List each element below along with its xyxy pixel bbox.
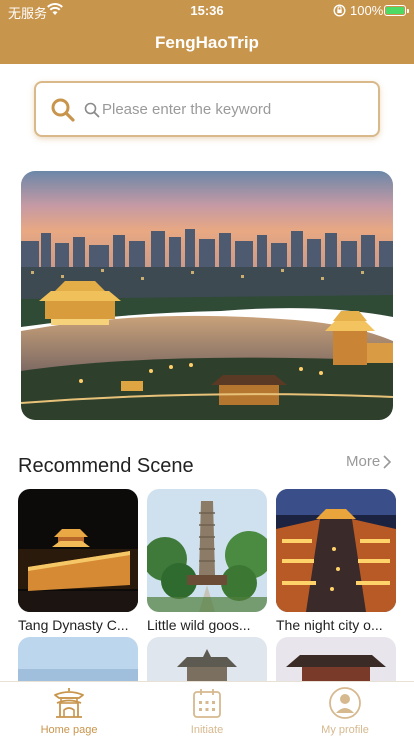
scene-card[interactable]: Little wild goos... (147, 489, 267, 633)
scene-thumbnail (18, 489, 138, 612)
scene-card-partial[interactable] (18, 637, 138, 683)
tab-profile[interactable]: My profile (276, 686, 414, 736)
more-link[interactable]: More (346, 453, 392, 470)
scene-card[interactable]: Tang Dynasty C... (18, 489, 138, 633)
search-box[interactable] (34, 81, 380, 137)
calendar-icon (193, 689, 221, 718)
section-title: Recommend Scene (18, 455, 194, 477)
status-bar: 无服务 15:36 100% (0, 0, 414, 22)
search-icon (51, 98, 75, 122)
search-field-icon (84, 102, 100, 118)
battery-percentage: 100% (350, 3, 384, 18)
app-screen: 无服务 15:36 100% FengHaoTrip Please enter … (0, 0, 414, 736)
page-title: FengHaoTrip (155, 33, 259, 52)
tab-home[interactable]: Home page (0, 686, 138, 736)
tab-label: Home page (40, 724, 98, 736)
tab-initiate[interactable]: Initiate (138, 686, 276, 736)
scene-card-partial[interactable] (276, 637, 396, 683)
chevron-right-icon (383, 454, 392, 469)
navigation-bar: 无服务 15:36 100% FengHaoTrip (0, 0, 414, 64)
search-input[interactable] (102, 97, 362, 121)
scene-card[interactable]: The night city o... (276, 489, 396, 633)
banner-image[interactable] (21, 171, 393, 420)
scene-caption: Tang Dynasty C... (18, 617, 129, 633)
battery-icon (384, 5, 409, 16)
scene-caption: Little wild goos... (147, 617, 251, 633)
orientation-lock-icon (333, 4, 346, 17)
city-night-photo (21, 171, 393, 420)
pavilion-icon (54, 688, 84, 718)
tab-label: Initiate (190, 724, 224, 736)
more-label: More (346, 453, 381, 470)
tab-label: My profile (321, 724, 369, 736)
person-icon (329, 687, 361, 719)
scene-caption: The night city o... (276, 617, 383, 633)
tab-bar: Home page Initiate My profile (0, 681, 414, 736)
scene-card-partial[interactable] (147, 637, 267, 683)
scene-thumbnail (276, 489, 396, 612)
scene-thumbnail (147, 489, 267, 612)
